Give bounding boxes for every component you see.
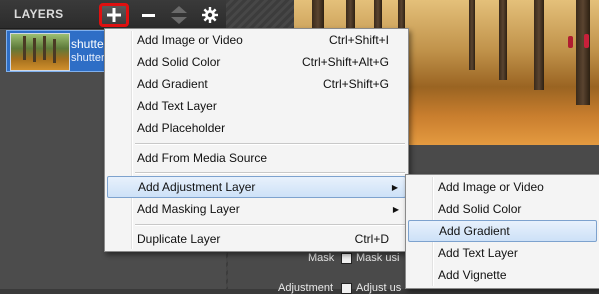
menu-item-add-text-layer[interactable]: Add Text Layer <box>107 95 406 117</box>
panel-title: LAYERS <box>14 7 64 21</box>
menu-item-add-solid-color[interactable]: Add Solid Color Ctrl+Shift+Alt+G <box>107 51 406 73</box>
menu-item-shortcut: Ctrl+D <box>354 232 389 246</box>
menu-item-shortcut: Ctrl+Shift+G <box>322 77 389 91</box>
menu-item-add-from-media-source[interactable]: Add From Media Source <box>107 147 406 169</box>
add-layer-menu: Add Image or Video Ctrl+Shift+I Add Soli… <box>104 28 409 252</box>
menu-item-label: Add Vignette <box>438 268 507 282</box>
submenu-item-add-text-layer[interactable]: Add Text Layer <box>408 242 597 264</box>
mask-checkbox-label: Mask usi <box>356 252 400 264</box>
mask-label: Mask <box>308 252 335 264</box>
menu-item-add-gradient[interactable]: Add Gradient Ctrl+Shift+G <box>107 73 406 95</box>
menu-item-label: Add Image or Video <box>438 180 544 194</box>
menu-item-shortcut: Ctrl+Shift+Alt+G <box>301 55 389 69</box>
move-layer-buttons[interactable] <box>164 3 194 27</box>
menu-item-label: Add Text Layer <box>137 99 217 113</box>
menu-item-label: Add Placeholder <box>137 121 226 135</box>
menu-item-label: Add Solid Color <box>137 55 221 69</box>
menu-item-label: Add From Media Source <box>137 151 268 165</box>
submenu-item-add-solid-color[interactable]: Add Solid Color <box>408 198 597 220</box>
submenu-item-add-gradient[interactable]: Add Gradient <box>408 220 597 242</box>
layers-header: LAYERS <box>0 0 226 29</box>
add-layer-button[interactable] <box>99 3 129 27</box>
menu-item-label: Add Adjustment Layer <box>138 180 256 194</box>
menu-item-label: Add Image or Video <box>137 33 243 47</box>
menu-item-label: Add Gradient <box>137 77 208 91</box>
submenu-arrow-icon: ▶ <box>392 204 399 214</box>
layer-settings-button[interactable] <box>199 4 221 26</box>
menu-item-label: Add Solid Color <box>438 202 522 216</box>
menu-item-label: Add Text Layer <box>438 246 518 260</box>
submenu-item-add-vignette[interactable]: Add Vignette <box>408 264 597 286</box>
plus-icon <box>107 8 121 22</box>
layer-list-item[interactable]: shutte shutter <box>6 30 110 72</box>
adjustment-layer-submenu: Add Image or Video Add Solid Color Add G… <box>405 174 599 289</box>
menu-item-add-image-or-video[interactable]: Add Image or Video Ctrl+Shift+I <box>107 29 406 51</box>
menu-separator <box>135 172 405 174</box>
menu-item-label: Duplicate Layer <box>137 232 221 246</box>
delete-layer-button[interactable] <box>137 5 159 25</box>
submenu-item-add-image-or-video[interactable]: Add Image or Video <box>408 176 597 198</box>
menu-item-shortcut: Ctrl+Shift+I <box>328 33 389 47</box>
menu-item-label: Add Masking Layer <box>137 202 240 216</box>
submenu-arrow-icon: ▶ <box>391 182 398 192</box>
adjustment-label: Adjustment <box>278 282 334 294</box>
gear-icon <box>202 7 218 23</box>
menu-separator <box>135 143 405 145</box>
mask-checkbox[interactable] <box>341 253 352 264</box>
menu-item-duplicate-layer[interactable]: Duplicate Layer Ctrl+D <box>107 228 406 250</box>
menu-separator <box>135 224 405 226</box>
menu-item-label: Add Gradient <box>439 224 510 238</box>
adjustment-checkbox-label: Adjust us <box>356 282 402 294</box>
menu-item-add-adjustment-layer[interactable]: Add Adjustment Layer ▶ <box>107 176 406 198</box>
menu-item-add-placeholder[interactable]: Add Placeholder <box>107 117 406 139</box>
minus-icon <box>141 13 155 17</box>
up-down-arrows-icon <box>171 6 187 24</box>
menu-item-add-masking-layer[interactable]: Add Masking Layer ▶ <box>107 198 406 220</box>
layer-thumbnail <box>10 33 70 71</box>
